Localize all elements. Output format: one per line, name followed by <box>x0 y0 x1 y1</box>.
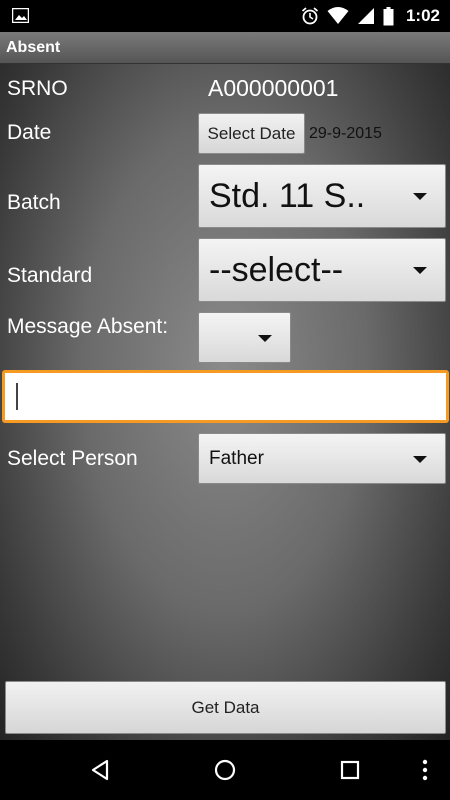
message-text-input[interactable] <box>2 370 449 423</box>
standard-selected: --select-- <box>209 250 344 289</box>
clock: 1:02 <box>405 6 440 25</box>
date-value: 29-9-2015 <box>309 125 382 142</box>
select-person-label: Select Person <box>7 447 138 470</box>
recents-icon <box>340 760 360 780</box>
home-icon <box>214 759 236 781</box>
text-cursor <box>16 383 18 410</box>
back-icon <box>91 759 109 781</box>
standard-label: Standard <box>7 264 93 287</box>
standard-spinner[interactable]: --select-- <box>198 238 446 302</box>
back-button[interactable] <box>70 740 130 800</box>
page-title: Absent <box>6 39 61 56</box>
wifi-icon <box>327 7 349 24</box>
dropdown-arrow-icon <box>258 334 272 342</box>
batch-label: Batch <box>7 191 61 214</box>
dropdown-arrow-icon <box>413 455 427 463</box>
action-bar: Absent <box>0 32 450 64</box>
date-label: Date <box>7 121 52 144</box>
select-person-spinner[interactable]: Father <box>198 433 446 484</box>
batch-selected: Std. 11 S.. <box>209 176 366 215</box>
batch-spinner[interactable]: Std. 11 S.. <box>198 164 446 228</box>
select-person-selected: Father <box>209 447 264 469</box>
select-date-button[interactable]: Select Date <box>198 113 305 154</box>
get-data-button[interactable]: Get Data <box>5 681 446 734</box>
overflow-menu-icon <box>422 759 428 781</box>
home-button[interactable] <box>195 740 255 800</box>
srno-label: SRNO <box>7 77 68 100</box>
status-bar: 1:02 <box>0 0 450 32</box>
srno-value: A000000001 <box>208 75 339 101</box>
alarm-icon <box>301 7 319 25</box>
overflow-menu-button[interactable] <box>410 740 440 800</box>
battery-icon <box>383 6 394 25</box>
signal-icon <box>357 8 374 24</box>
gallery-notification-icon <box>12 8 29 23</box>
recents-button[interactable] <box>320 740 380 800</box>
navigation-bar <box>0 740 450 800</box>
dropdown-arrow-icon <box>413 267 427 274</box>
dropdown-arrow-icon <box>413 193 427 200</box>
message-absent-spinner[interactable] <box>198 312 291 363</box>
message-absent-label: Message Absent: <box>7 315 169 338</box>
